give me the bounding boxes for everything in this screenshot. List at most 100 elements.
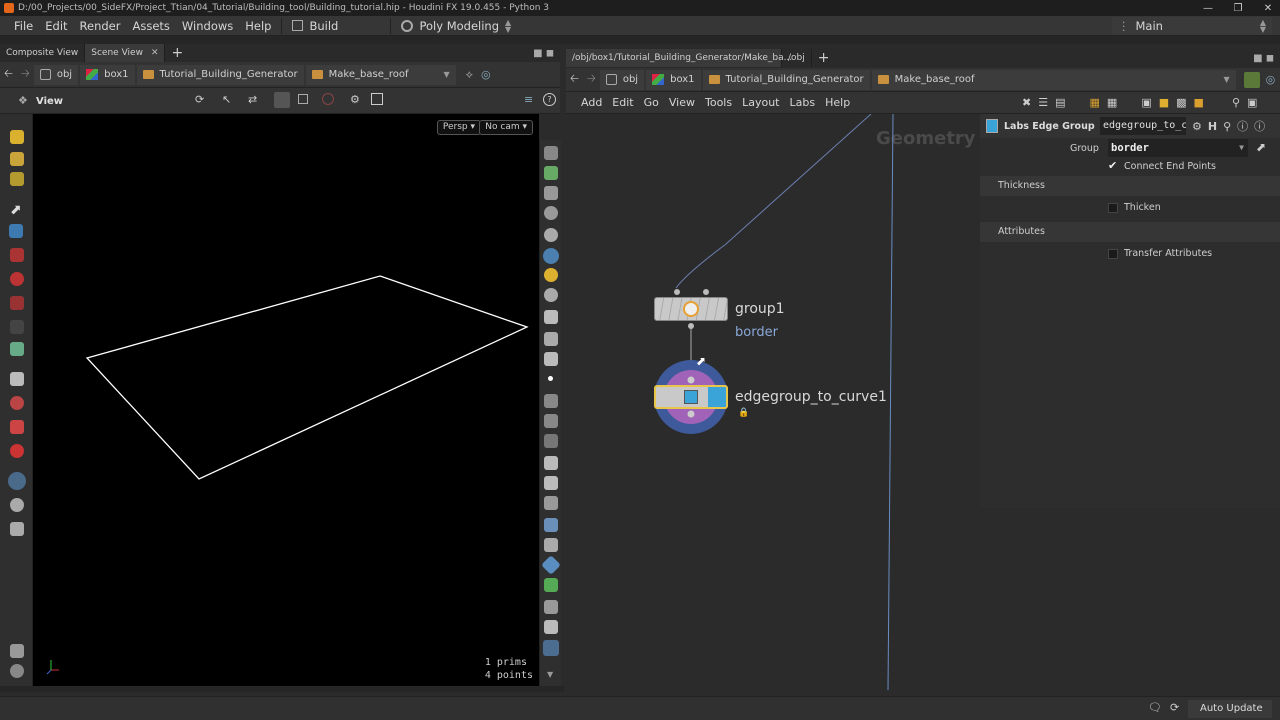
pointer-icon[interactable]: ⬈ [10, 202, 24, 218]
path-make-base-roof[interactable]: Make_base_roof ▼ [871, 69, 1236, 90]
main-desktop-selector[interactable]: ⋮ Main ▲ ▼ [1112, 16, 1272, 35]
back-arrow-icon[interactable]: 🡠 [0, 65, 17, 84]
menu-assets[interactable]: Assets [126, 19, 175, 33]
handle-icon[interactable] [10, 320, 24, 334]
scene-viewport[interactable]: Persp ▾ No cam ▾ 1 prims 4 points [33, 114, 539, 686]
layers-icon[interactable] [544, 146, 558, 160]
menu-layout[interactable]: Layout [737, 96, 784, 109]
attributes-section[interactable]: Attributes [980, 222, 1280, 242]
search-icon[interactable]: ⚲ [1223, 120, 1231, 133]
template-icon[interactable] [544, 352, 558, 366]
select-arrow-icon[interactable]: ⬈ [1256, 140, 1266, 154]
wrench-icon[interactable]: ✖ [1022, 96, 1031, 109]
menu-go[interactable]: Go [639, 96, 664, 109]
group1-node[interactable] [654, 297, 728, 321]
select-arrow-icon[interactable]: ↖ [222, 93, 231, 106]
shape-icon[interactable] [544, 456, 558, 470]
transfer-attributes-checkbox[interactable] [1108, 249, 1118, 259]
thickness-section[interactable]: Thickness [980, 176, 1280, 196]
search-icon[interactable]: ⚲ [1232, 96, 1240, 109]
render-icon[interactable] [10, 522, 24, 536]
folder-icon[interactable]: ■ [1194, 96, 1204, 109]
lighting-icon[interactable] [543, 248, 559, 264]
point-icon[interactable] [548, 376, 553, 381]
light-icon[interactable] [10, 498, 24, 512]
edgegroup-to-curve1-node[interactable] [654, 385, 728, 409]
forward-arrow-icon[interactable]: 🡢 [17, 65, 34, 84]
normal-icon[interactable] [544, 394, 558, 408]
sphere-icon[interactable] [10, 664, 24, 678]
display-options-icon[interactable] [274, 92, 290, 108]
grid-view-icon[interactable]: ▦ [1090, 96, 1100, 109]
bucket-icon[interactable] [544, 476, 558, 490]
close-icon[interactable]: ✕ [1262, 3, 1274, 14]
lock-icon[interactable] [9, 224, 23, 238]
refresh-icon[interactable]: ⟳ [1170, 701, 1179, 714]
help-icon[interactable]: ? [543, 93, 556, 106]
menu-windows[interactable]: Windows [176, 19, 239, 33]
tools-icon[interactable]: ≡ [524, 93, 533, 106]
path-obj[interactable]: obj [599, 69, 645, 90]
snap-icon[interactable] [10, 420, 24, 434]
pose-icon[interactable] [10, 342, 24, 356]
auto-update-selector[interactable]: Auto Update [1188, 700, 1272, 718]
close-tab-icon[interactable]: ✕ [151, 48, 159, 58]
list-icon[interactable]: ▤ [1055, 96, 1065, 109]
menu-help[interactable]: Help [820, 96, 855, 109]
tab-network-path[interactable]: /obj/box1/Tutorial_Building_Generator/Ma… [566, 49, 792, 67]
grid-icon[interactable] [10, 372, 24, 386]
dropdown-arrow-icon[interactable]: ▼ [1239, 139, 1244, 157]
restore-icon[interactable]: ❐ [1232, 3, 1244, 14]
add-tab-icon[interactable]: + [812, 50, 836, 66]
pane-menu-icon[interactable]: ■ ◼ [533, 48, 560, 59]
light-bulb-icon[interactable] [544, 268, 558, 282]
add-tab-icon[interactable]: + [165, 45, 189, 61]
brush-icon[interactable] [10, 152, 24, 166]
tree-icon[interactable]: ☰ [1038, 96, 1048, 109]
minimize-icon[interactable]: — [1202, 3, 1214, 14]
pin-pane-icon[interactable] [1243, 71, 1260, 88]
rotate-view-icon[interactable]: ⟳ [195, 93, 204, 106]
wireframe-icon[interactable] [298, 94, 308, 104]
link-icon[interactable]: ◎ [481, 68, 491, 81]
tab-composite-view[interactable]: Composite View [0, 44, 86, 62]
menu-file[interactable]: File [8, 19, 39, 33]
scale-icon[interactable] [10, 296, 24, 310]
network-box-icon[interactable]: ▣ [1141, 96, 1151, 109]
pen-icon[interactable] [544, 414, 558, 428]
tab-scene-view[interactable]: Scene View ✕ [85, 44, 166, 62]
scroll-down-icon[interactable]: ▼ [547, 670, 553, 679]
gear-icon[interactable]: ⚙ [1192, 120, 1202, 133]
path-obj[interactable]: obj [33, 64, 79, 85]
network-editor[interactable]: Geometry group1 border edgegroup_to_curv… [566, 114, 980, 690]
image-icon[interactable] [543, 640, 559, 656]
no-entry-icon[interactable] [322, 93, 334, 105]
shading-icon[interactable] [544, 228, 558, 242]
pan-icon[interactable]: ⇄ [248, 93, 257, 106]
number-icon[interactable] [544, 434, 558, 448]
hda-icon[interactable]: H [1208, 120, 1217, 133]
magnet-icon[interactable] [10, 396, 24, 410]
scatter-icon[interactable] [544, 600, 558, 614]
path-make-base-roof[interactable]: Make_base_roof ▼ [305, 64, 456, 85]
path-box1[interactable]: box1 [80, 64, 135, 85]
thicken-checkbox[interactable] [1108, 203, 1118, 213]
snapshot-icon[interactable] [371, 93, 383, 105]
tab-obj[interactable]: /obj [782, 49, 812, 67]
diamond-icon[interactable] [541, 555, 561, 575]
link-icon[interactable]: ◎ [1266, 73, 1276, 86]
menu-add[interactable]: Add [576, 96, 607, 109]
rect-icon[interactable] [544, 620, 558, 634]
help-icon[interactable]: ⓘ [1254, 118, 1265, 134]
pane-menu-icon[interactable]: ■ ◼ [1253, 53, 1280, 64]
pin-icon[interactable]: ⟡ [466, 68, 473, 82]
view-handle-icon[interactable]: ❖ [18, 94, 28, 107]
sticky-note-icon[interactable]: ■ [1159, 96, 1169, 109]
select-mode-icon[interactable] [10, 130, 24, 144]
ghost-icon[interactable] [544, 206, 558, 220]
rotate-icon[interactable] [10, 272, 24, 286]
group-field[interactable]: border ▼ [1108, 139, 1248, 157]
tool-icon[interactable] [544, 518, 558, 532]
path-box1[interactable]: box1 [646, 69, 701, 90]
info-icon[interactable]: ⓘ [1237, 118, 1248, 134]
